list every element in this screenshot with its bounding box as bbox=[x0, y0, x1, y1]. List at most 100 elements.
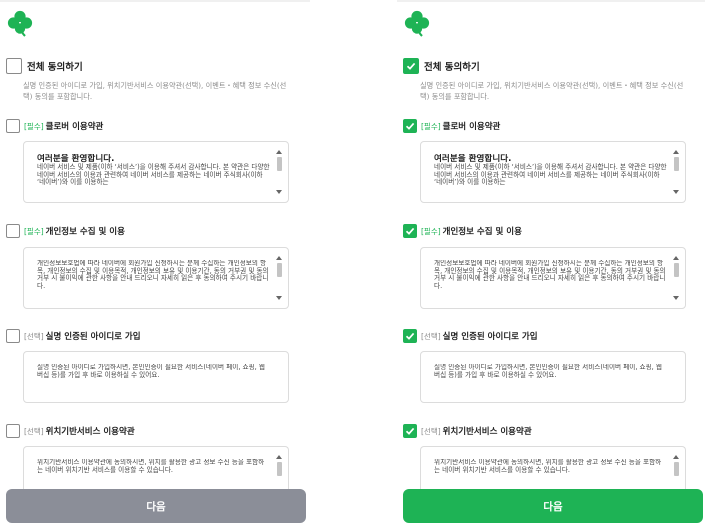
scroll-up-icon[interactable] bbox=[673, 150, 679, 154]
next-button[interactable]: 다음 bbox=[403, 489, 703, 523]
terms-content-text: 위치기반서비스 이용약관에 동의하시면, 위치를 활용한 광고 정보 수신 등을… bbox=[434, 459, 667, 487]
terms-item-checkbox[interactable] bbox=[403, 329, 417, 343]
terms-content-box[interactable]: 개인정보보호법에 따라 네이버에 회원가입 신청하시는 분께 수집하는 개인정보… bbox=[23, 247, 289, 309]
terms-content-box[interactable]: 여러분을 환영합니다. 네이버 서비스 및 제품(이하 ‘서비스’)을 이용해 주… bbox=[420, 141, 686, 203]
agree-all-row[interactable]: 전체 동의하기 bbox=[6, 58, 83, 74]
terms-item-label: 클로버 이용약관 bbox=[442, 122, 501, 132]
agree-all-description: 실명 인증된 아이디로 가입, 위치기반서비스 이용약관(선택), 이벤트・혜택… bbox=[23, 81, 287, 101]
scroll-thumb[interactable] bbox=[277, 263, 282, 277]
scroll-thumb[interactable] bbox=[674, 462, 679, 476]
scroll-up-icon[interactable] bbox=[673, 455, 679, 459]
terms-content-box[interactable]: 개인정보보호법에 따라 네이버에 회원가입 신청하시는 분께 수집하는 개인정보… bbox=[420, 247, 686, 309]
terms-item-checkbox[interactable] bbox=[403, 224, 417, 238]
terms-body: 개인정보보호법에 따라 네이버에 회원가입 신청하시는 분께 수집하는 개인정보… bbox=[37, 260, 269, 290]
agree-all-row[interactable]: 전체 동의하기 bbox=[403, 58, 480, 74]
checkmark-icon bbox=[406, 62, 416, 70]
required-tag: [필수] bbox=[421, 122, 441, 131]
scrollbar[interactable] bbox=[673, 150, 680, 194]
terms-item-checkbox[interactable] bbox=[6, 329, 20, 343]
terms-content-text: 개인정보보호법에 따라 네이버에 회원가입 신청하시는 분께 수집하는 개인정보… bbox=[37, 260, 270, 304]
scroll-up-icon[interactable] bbox=[276, 150, 282, 154]
terms-item-privacy[interactable]: [필수] 개인정보 수집 및 이용 bbox=[403, 224, 522, 238]
terms-item-label: 개인정보 수집 및 이용 bbox=[442, 227, 522, 237]
terms-body: 위치기반서비스 이용약관에 동의하시면, 위치를 활용한 광고 정보 수신 등을… bbox=[434, 459, 662, 474]
agree-all-label: 전체 동의하기 bbox=[424, 62, 480, 73]
terms-item-real-name[interactable]: [선택] 실명 인증된 아이디로 가입 bbox=[403, 329, 538, 343]
terms-content-box[interactable]: 여러분을 환영합니다. 네이버 서비스 및 제품(이하 ‘서비스’)을 이용해 주… bbox=[23, 141, 289, 203]
terms-item-checkbox[interactable] bbox=[403, 424, 417, 438]
terms-content-box: 실명 인증된 아이디로 가입하시면, 본인인증이 필요한 서비스(네이버 페이,… bbox=[420, 351, 686, 403]
checkmark-icon bbox=[405, 122, 415, 130]
terms-content-text: 개인정보보호법에 따라 네이버에 회원가입 신청하시는 분께 수집하는 개인정보… bbox=[434, 260, 667, 304]
terms-item-checkbox[interactable] bbox=[6, 119, 20, 133]
terms-content-box[interactable]: 위치기반서비스 이용약관에 동의하시면, 위치를 활용한 광고 정보 수신 등을… bbox=[420, 446, 686, 491]
scroll-up-icon[interactable] bbox=[276, 455, 282, 459]
terms-item-location[interactable]: [선택] 위치기반서비스 이용약관 bbox=[6, 424, 135, 438]
optional-tag: [선택] bbox=[24, 332, 44, 341]
terms-item-clover[interactable]: [필수] 클로버 이용약관 bbox=[6, 119, 103, 133]
agree-all-description: 실명 인증된 아이디로 가입, 위치기반서비스 이용약관(선택), 이벤트・혜택… bbox=[420, 81, 684, 101]
terms-item-title: [선택] 위치기반서비스 이용약관 bbox=[421, 425, 532, 437]
terms-panel-checked: 전체 동의하기 실명 인증된 아이디로 가입, 위치기반서비스 이용약관(선택)… bbox=[397, 0, 705, 527]
terms-item-label: 실명 인증된 아이디로 가입 bbox=[442, 332, 538, 342]
terms-body: 네이버 서비스 및 제품(이하 ‘서비스’)을 이용해 주셔서 감사합니다. 본… bbox=[434, 163, 667, 186]
terms-content-text: 위치기반서비스 이용약관에 동의하시면, 위치를 활용한 광고 정보 수신 등을… bbox=[37, 459, 270, 487]
terms-item-privacy[interactable]: [필수] 개인정보 수집 및 이용 bbox=[6, 224, 125, 238]
terms-item-location[interactable]: [선택] 위치기반서비스 이용약관 bbox=[403, 424, 532, 438]
terms-item-checkbox[interactable] bbox=[403, 119, 417, 133]
terms-item-label: 위치기반서비스 이용약관 bbox=[45, 427, 135, 437]
terms-item-label: 실명 인증된 아이디로 가입 bbox=[45, 332, 141, 342]
terms-content-text: 실명 인증된 아이디로 가입하시면, 본인인증이 필요한 서비스(네이버 페이,… bbox=[434, 364, 667, 398]
terms-body: 위치기반서비스 이용약관에 동의하시면, 위치를 활용한 광고 정보 수신 등을… bbox=[37, 459, 265, 474]
optional-tag: [선택] bbox=[24, 427, 44, 436]
terms-content-box: 실명 인증된 아이디로 가입하시면, 본인인증이 필요한 서비스(네이버 페이,… bbox=[23, 351, 289, 403]
top-divider bbox=[397, 0, 705, 2]
top-divider bbox=[0, 0, 310, 2]
checkmark-icon bbox=[405, 427, 415, 435]
terms-content-box[interactable]: 위치기반서비스 이용약관에 동의하시면, 위치를 활용한 광고 정보 수신 등을… bbox=[23, 446, 289, 491]
scrollbar[interactable] bbox=[673, 256, 680, 300]
scrollbar[interactable] bbox=[276, 455, 283, 491]
terms-item-title: [필수] 개인정보 수집 및 이용 bbox=[24, 225, 125, 237]
agree-all-label: 전체 동의하기 bbox=[27, 62, 83, 73]
terms-content-text: 여러분을 환영합니다. 네이버 서비스 및 제품(이하 ‘서비스’)을 이용해 주… bbox=[37, 154, 270, 198]
terms-item-label: 위치기반서비스 이용약관 bbox=[442, 427, 532, 437]
optional-tag: [선택] bbox=[421, 427, 441, 436]
terms-item-title: [필수] 클로버 이용약관 bbox=[24, 120, 103, 132]
required-tag: [필수] bbox=[421, 227, 441, 236]
scrollbar[interactable] bbox=[276, 150, 283, 194]
terms-item-label: 개인정보 수집 및 이용 bbox=[45, 227, 125, 237]
terms-body: 실명 인증된 아이디로 가입하시면, 본인인증이 필요한 서비스(네이버 페이,… bbox=[37, 364, 265, 379]
scroll-down-icon[interactable] bbox=[276, 296, 282, 300]
scroll-thumb[interactable] bbox=[277, 462, 282, 476]
terms-panel-unchecked: 전체 동의하기 실명 인증된 아이디로 가입, 위치기반서비스 이용약관(선택)… bbox=[0, 0, 310, 527]
terms-item-clover[interactable]: [필수] 클로버 이용약관 bbox=[403, 119, 500, 133]
scroll-thumb[interactable] bbox=[674, 157, 679, 171]
required-tag: [필수] bbox=[24, 227, 44, 236]
terms-body: 네이버 서비스 및 제품(이하 ‘서비스’)을 이용해 주셔서 감사합니다. 본… bbox=[37, 163, 270, 186]
terms-content-text: 여러분을 환영합니다. 네이버 서비스 및 제품(이하 ‘서비스’)을 이용해 주… bbox=[434, 154, 667, 198]
checkmark-icon bbox=[405, 332, 415, 340]
terms-item-label: 클로버 이용약관 bbox=[45, 122, 104, 132]
scroll-down-icon[interactable] bbox=[673, 296, 679, 300]
clover-logo-icon bbox=[7, 10, 33, 37]
scroll-up-icon[interactable] bbox=[673, 256, 679, 260]
next-button[interactable]: 다음 bbox=[6, 489, 306, 523]
terms-item-checkbox[interactable] bbox=[6, 424, 20, 438]
terms-item-title: [선택] 위치기반서비스 이용약관 bbox=[24, 425, 135, 437]
scroll-thumb[interactable] bbox=[674, 263, 679, 277]
scroll-thumb[interactable] bbox=[277, 157, 282, 171]
terms-item-checkbox[interactable] bbox=[6, 224, 20, 238]
clover-logo-icon bbox=[404, 10, 430, 37]
terms-content-text: 실명 인증된 아이디로 가입하시면, 본인인증이 필요한 서비스(네이버 페이,… bbox=[37, 364, 270, 398]
scroll-down-icon[interactable] bbox=[673, 190, 679, 194]
terms-body: 개인정보보호법에 따라 네이버에 회원가입 신청하시는 분께 수집하는 개인정보… bbox=[434, 260, 666, 290]
scroll-down-icon[interactable] bbox=[276, 190, 282, 194]
terms-item-title: [필수] 개인정보 수집 및 이용 bbox=[421, 225, 522, 237]
terms-item-real-name[interactable]: [선택] 실명 인증된 아이디로 가입 bbox=[6, 329, 141, 343]
agree-all-checkbox[interactable] bbox=[6, 58, 22, 74]
scrollbar[interactable] bbox=[276, 256, 283, 300]
scroll-up-icon[interactable] bbox=[276, 256, 282, 260]
agree-all-checkbox[interactable] bbox=[403, 58, 419, 74]
scrollbar[interactable] bbox=[673, 455, 680, 491]
